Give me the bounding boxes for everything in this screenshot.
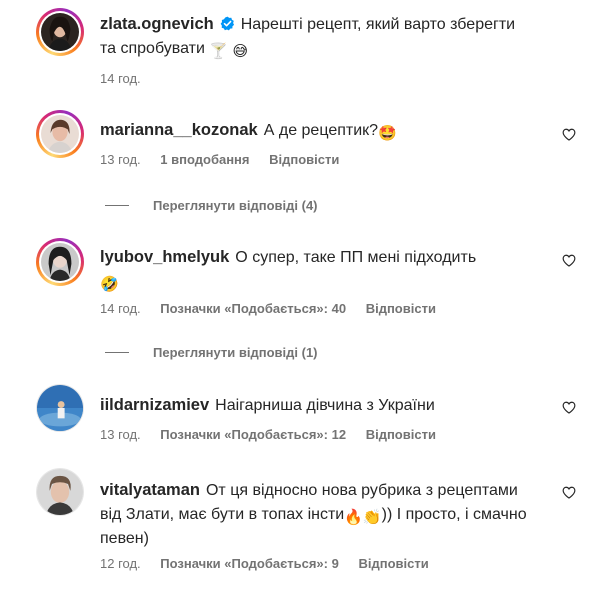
- like-count[interactable]: Позначки «Подобається»: 40: [160, 301, 346, 316]
- view-replies-label: Переглянути відповіді (1): [153, 345, 318, 360]
- cocktail-emoji: 🍸: [209, 43, 229, 60]
- heart-icon[interactable]: [562, 401, 576, 414]
- username[interactable]: marianna__kozonak: [100, 121, 258, 139]
- fire-emoji: 🔥: [344, 509, 363, 526]
- timestamp: 13 год.: [100, 152, 141, 167]
- sweat-smile-emoji: 😅: [232, 43, 249, 60]
- avatar[interactable]: [36, 238, 84, 286]
- heart-icon[interactable]: [562, 486, 576, 499]
- avatar[interactable]: [36, 110, 84, 158]
- heart-icon[interactable]: [562, 254, 576, 267]
- divider-line: [105, 352, 129, 353]
- rofl-emoji: 🤣: [100, 276, 119, 293]
- username[interactable]: iildarnizamiev: [100, 396, 209, 414]
- view-replies-label: Переглянути відповіді (4): [153, 198, 318, 213]
- comment-text: О супер, таке ПП мені підходить: [235, 249, 477, 266]
- avatar[interactable]: [36, 8, 84, 56]
- verified-badge-icon: [220, 16, 234, 31]
- clap-emoji: 👏: [362, 509, 382, 526]
- username[interactable]: vitalyataman: [100, 481, 200, 499]
- reply-button[interactable]: Відповісти: [366, 301, 436, 316]
- reply-button[interactable]: Відповісти: [366, 427, 436, 442]
- like-count[interactable]: Позначки «Подобається»: 9: [160, 556, 339, 571]
- view-replies-button[interactable]: Переглянути відповіді (4): [105, 198, 318, 213]
- comment-text: А де рецептик?: [263, 122, 379, 139]
- view-replies-button[interactable]: Переглянути відповіді (1): [105, 345, 318, 360]
- reply-button[interactable]: Відповісти: [358, 556, 428, 571]
- like-count[interactable]: 1 вподобання: [160, 152, 249, 167]
- comment-text: Наігарниша дівчина з України: [215, 397, 435, 414]
- avatar[interactable]: [36, 384, 84, 432]
- timestamp: 14 год.: [100, 301, 141, 316]
- avatar[interactable]: [36, 468, 84, 516]
- timestamp: 13 год.: [100, 427, 141, 442]
- like-count[interactable]: Позначки «Подобається»: 12: [160, 427, 346, 442]
- divider-line: [105, 205, 129, 206]
- heart-icon[interactable]: [562, 128, 576, 141]
- timestamp: 12 год.: [100, 556, 141, 571]
- timestamp: 14 год.: [100, 71, 141, 86]
- username[interactable]: lyubov_hmelyuk: [100, 248, 229, 266]
- reply-button[interactable]: Відповісти: [269, 152, 339, 167]
- username[interactable]: zlata.ognevich: [100, 15, 214, 33]
- star-struck-emoji: 🤩: [378, 125, 397, 142]
